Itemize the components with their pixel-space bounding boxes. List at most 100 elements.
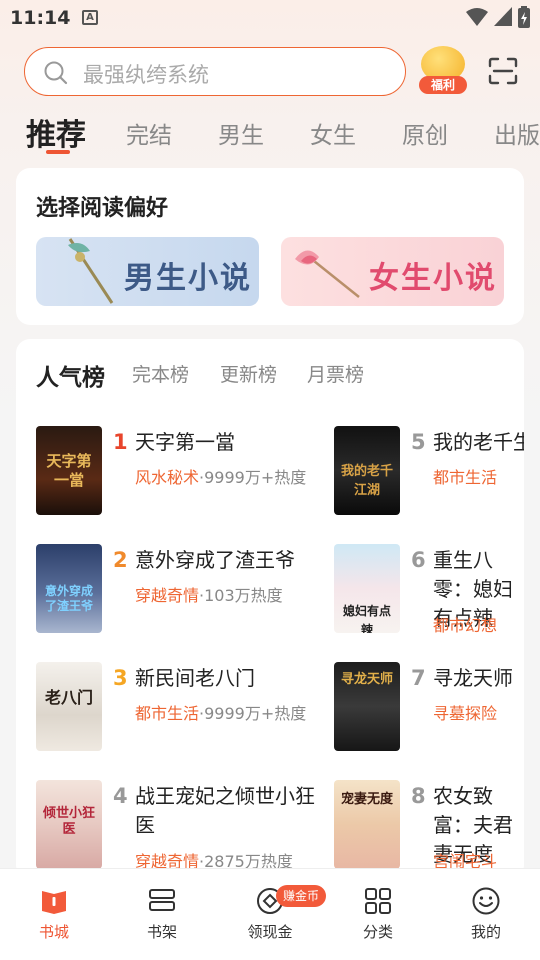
cover-title: 老八门 [44, 688, 93, 707]
preference-title: 选择阅读偏好 [36, 196, 169, 221]
rank-number: 5 [411, 430, 426, 454]
flower-icon [295, 250, 360, 298]
tab-finished[interactable]: 完结 [126, 116, 172, 150]
nav-category[interactable]: 分类 [324, 869, 432, 960]
search-icon [44, 61, 68, 85]
male-novel-label: 男生小说 [124, 261, 252, 296]
book-genre: 风水秘术 [135, 468, 200, 487]
category-tabs: 推荐 完结 男生 女生 原创 出版 [0, 108, 540, 158]
rank-tab-completed[interactable]: 完本榜 [132, 360, 189, 387]
nav-bookstore[interactable]: 书城 [0, 869, 108, 960]
rank-number: 6 [411, 548, 426, 572]
bottom-navigation: 书城 书架 领现金 分类 我的 [0, 868, 540, 960]
book-genre: 都市生活 [433, 468, 498, 487]
book-heat: ·9999万+热度 [199, 468, 307, 487]
tab-publish[interactable]: 出版 [494, 116, 540, 150]
notification-icon: A [82, 10, 98, 25]
book-item[interactable]: 倾世小狂医 4 战王宠妃之倾世小狂医 穿越奇情·2875万热度 [36, 780, 336, 879]
cover-title: 倾世小狂医 [42, 806, 95, 837]
book-cover: 我的老千江湖 [334, 426, 400, 515]
book-meta: 都市生活 [433, 464, 497, 488]
scan-icon[interactable] [488, 57, 518, 85]
book-genre: 都市幻想 [433, 616, 498, 635]
nav-bookshelf[interactable]: 书架 [108, 869, 216, 960]
bookshelf-icon [149, 889, 175, 911]
nav-cash-label: 领现金 [247, 923, 293, 941]
signal-icon [494, 7, 512, 26]
grid-icon [365, 888, 391, 914]
book-item[interactable]: 宠妻无度 8 农女致富：夫君妻无度 宫闱宅斗 [334, 780, 524, 879]
female-novel-label: 女生小说 [369, 261, 497, 296]
search-bar[interactable]: 最强纨绔系统 [24, 47, 406, 96]
welfare-button[interactable]: 福利 [417, 46, 469, 96]
nav-bookstore-label: 书城 [38, 923, 69, 941]
book-item[interactable]: 媳妇有点辣 6 重生八零：媳妇有点辣 都市幻想 [334, 544, 524, 644]
status-bar: 11:14 A [0, 0, 540, 36]
cover-title: 我的老千江湖 [340, 464, 393, 498]
rank-tab-popular[interactable]: 人气榜 [36, 358, 105, 392]
tab-female[interactable]: 女生 [310, 116, 356, 150]
book-item[interactable]: 意外穿成了渣王爷 2 意外穿成了渣王爷 穿越奇情·103万热度 [36, 544, 336, 636]
book-title: 天字第一當 [135, 430, 235, 454]
earn-coins-badge: 赚金币 [276, 885, 326, 907]
book-genre: 都市生活 [135, 704, 200, 723]
ranking-card: 人气榜 完本榜 更新榜 月票榜 天字第一當 1 天字第一當 风水秘术·9999万… [16, 339, 524, 879]
sword-icon [68, 238, 114, 304]
tab-original[interactable]: 原创 [402, 116, 448, 150]
rank-number: 7 [411, 666, 426, 690]
book-meta: 风水秘术·9999万+热度 [135, 464, 306, 488]
rank-number: 4 [113, 784, 128, 808]
tab-recommend[interactable]: 推荐 [26, 110, 86, 154]
smile-icon [472, 887, 500, 915]
nav-cash[interactable]: 领现金 [216, 869, 324, 960]
book-cover: 天字第一當 [36, 426, 102, 515]
book-meta: 都市幻想 [433, 612, 497, 636]
book-item[interactable]: 我的老千江湖 5 我的老千生涯 都市生活 [334, 426, 524, 518]
cover-title: 媳妇有点辣 [342, 604, 391, 633]
book-title: 战王宠妃之倾世小狂医 [135, 784, 315, 837]
book-cover: 寻龙天师 [334, 662, 400, 751]
active-tab-indicator [46, 150, 70, 154]
book-heat: ·103万热度 [199, 586, 283, 605]
nav-profile[interactable]: 我的 [432, 869, 540, 960]
book-item[interactable]: 寻龙天师 7 寻龙天师 寻墓探险 [334, 662, 524, 754]
cover-title: 意外穿成了渣王爷 [44, 584, 93, 613]
welfare-label: 福利 [419, 76, 467, 94]
rank-tab-monthly[interactable]: 月票榜 [307, 360, 364, 387]
cover-title: 寻龙天师 [340, 672, 393, 687]
male-novel-button[interactable]: 男生小说 [36, 237, 259, 306]
nav-bookshelf-label: 书架 [146, 923, 177, 941]
book-title: 新民间老八门 [135, 666, 255, 690]
wifi-icon [466, 8, 488, 26]
book-icon [42, 891, 66, 914]
battery-icon [518, 6, 530, 28]
book-meta: 穿越奇情·103万热度 [135, 582, 283, 606]
book-cover: 老八门 [36, 662, 102, 751]
rank-number: 1 [113, 430, 128, 454]
book-meta: 寻墓探险 [433, 700, 497, 724]
book-title: 意外穿成了渣王爷 [135, 548, 295, 572]
search-placeholder[interactable]: 最强纨绔系统 [83, 59, 209, 89]
rank-number: 3 [113, 666, 128, 690]
system-icons [466, 6, 530, 28]
reading-preference-card: 选择阅读偏好 男生小说 女生小说 [16, 168, 524, 325]
book-cover: 媳妇有点辣 [334, 544, 400, 633]
rank-number: 8 [411, 784, 426, 808]
female-novel-button[interactable]: 女生小说 [281, 237, 504, 306]
book-cover: 倾世小狂医 [36, 780, 102, 869]
book-item[interactable]: 老八门 3 新民间老八门 都市生活·9999万+热度 [36, 662, 336, 754]
book-heat: ·9999万+热度 [199, 704, 307, 723]
rank-tab-updated[interactable]: 更新榜 [220, 360, 277, 387]
tab-male[interactable]: 男生 [218, 116, 264, 150]
rank-number: 2 [113, 548, 128, 572]
book-cover: 宠妻无度 [334, 780, 400, 869]
book-title: 寻龙天师 [433, 666, 513, 690]
book-genre: 寻墓探险 [433, 704, 498, 723]
nav-profile-label: 我的 [470, 923, 501, 941]
nav-category-label: 分类 [362, 923, 393, 941]
book-genre: 穿越奇情 [135, 586, 200, 605]
cover-title: 宠妻无度 [340, 792, 393, 807]
status-time: 11:14 [10, 7, 71, 29]
book-item[interactable]: 天字第一當 1 天字第一當 风水秘术·9999万+热度 [36, 426, 336, 518]
book-meta: 都市生活·9999万+热度 [135, 700, 306, 724]
